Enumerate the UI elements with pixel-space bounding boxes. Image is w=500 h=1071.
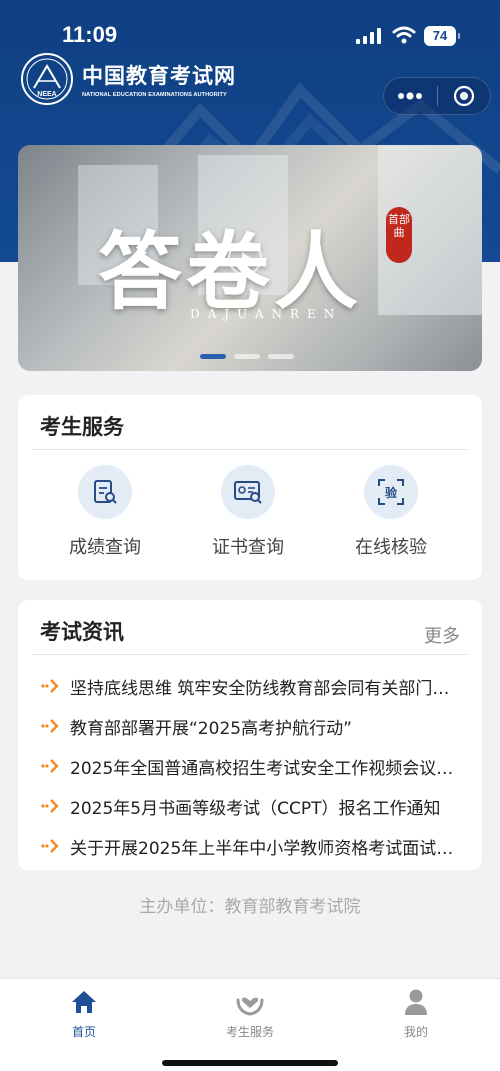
user-icon	[356, 987, 476, 1017]
banner-seal: 首部曲	[386, 207, 412, 263]
neea-emblem-icon: NEEA	[21, 53, 73, 105]
news-card: 考试资讯 更多 坚持底线思维 筑牢安全防线教育部会同有关部门部署2025年高考安…	[18, 600, 482, 870]
service-hands-icon	[190, 987, 310, 1017]
news-more-link[interactable]: 更多	[424, 622, 460, 648]
more-dots-icon	[398, 92, 423, 100]
news-item[interactable]: 关于开展2025年上半年中小学教师资格考试面试的公告	[40, 826, 460, 866]
tab-home-label: 首页	[71, 1025, 96, 1039]
logo-subtitle: NATIONAL EDUCATION EXAMINATIONS AUTHORIT…	[82, 92, 227, 98]
online-verify-button[interactable]: 验 在线核验	[326, 465, 456, 559]
status-bar: 11:09 74	[0, 0, 500, 60]
cellular-signal-icon	[356, 28, 381, 44]
dotted-arrow-icon	[41, 719, 59, 733]
news-list: 坚持底线思维 筑牢安全防线教育部会同有关部门部署2025年高考安全工作 教育部部…	[40, 666, 460, 866]
online-verify-label: 在线核验	[355, 537, 427, 558]
news-title: 关于开展2025年上半年中小学教师资格考试面试的公告	[70, 838, 460, 859]
tab-home[interactable]: 首页	[24, 987, 144, 1040]
certificate-query-button[interactable]: 证书查询	[183, 465, 313, 559]
divider	[32, 654, 468, 655]
capsule-close-button[interactable]	[437, 78, 490, 114]
carousel-dot[interactable]	[268, 354, 294, 359]
banner-carousel[interactable]: 答卷人 首部曲 DAJUANREN	[18, 145, 482, 371]
tab-candidate-service-label: 考生服务	[225, 1025, 274, 1039]
site-logo: NEEA 中国教育考试网 NATIONAL EDUCATION EXAMINAT…	[20, 52, 236, 106]
news-title: 2025年5月书画等级考试（CCPT）报名工作通知	[70, 798, 441, 819]
carousel-indicator	[200, 354, 294, 359]
tab-bar: 首页 考生服务 我的	[0, 978, 500, 1071]
tab-mine-label: 我的	[403, 1025, 428, 1039]
dotted-arrow-icon	[41, 679, 59, 693]
service-card: 考生服务 成绩查询 证书查询 验 在线核验	[18, 395, 482, 580]
logo-title: 中国教育考试网	[82, 64, 236, 88]
capsule-more-button[interactable]	[384, 78, 437, 114]
certificate-query-label: 证书查询	[212, 537, 284, 558]
play-icon	[228, 241, 262, 275]
news-title: 2025年全国普通高校招生考试安全工作视频会议召开	[70, 758, 460, 779]
dotted-arrow-icon	[41, 799, 59, 813]
tab-candidate-service[interactable]: 考生服务	[190, 987, 310, 1040]
news-item[interactable]: 教育部部署开展“2025高考护航行动”	[40, 706, 460, 746]
news-item[interactable]: 2025年全国普通高校招生考试安全工作视频会议召开	[40, 746, 460, 786]
tab-mine[interactable]: 我的	[356, 987, 476, 1040]
news-card-title: 考试资讯	[40, 620, 124, 644]
verify-icon: 验	[364, 465, 418, 519]
wifi-icon	[392, 26, 416, 44]
carousel-dot[interactable]	[234, 354, 260, 359]
home-icon	[24, 987, 144, 1017]
miniprogram-capsule	[383, 77, 491, 115]
home-indicator	[162, 1060, 338, 1066]
target-close-icon	[453, 85, 474, 107]
dotted-arrow-icon	[41, 759, 59, 773]
battery-indicator: 74	[424, 26, 460, 46]
dotted-arrow-icon	[41, 839, 59, 853]
score-query-label: 成绩查询	[69, 537, 141, 558]
score-query-icon	[78, 465, 132, 519]
certificate-query-icon	[221, 465, 275, 519]
news-title: 坚持底线思维 筑牢安全防线教育部会同有关部门部署2025年高考安全工作	[70, 678, 460, 699]
carousel-dot[interactable]	[200, 354, 226, 359]
news-item[interactable]: 2025年5月书画等级考试（CCPT）报名工作通知	[40, 786, 460, 826]
emblem-text: NEEA	[37, 91, 56, 98]
status-time: 11:09	[62, 22, 118, 47]
news-title: 教育部部署开展“2025高考护航行动”	[70, 718, 352, 739]
banner-subtitle: DAJUANREN	[190, 307, 343, 321]
verify-icon-text: 验	[385, 485, 398, 500]
service-card-title: 考生服务	[40, 415, 124, 439]
organizer-text: 主办单位：教育部教育考试院	[139, 897, 361, 917]
score-query-button[interactable]: 成绩查询	[40, 465, 170, 559]
divider	[32, 449, 468, 450]
news-item[interactable]: 坚持底线思维 筑牢安全防线教育部会同有关部门部署2025年高考安全工作	[40, 666, 460, 706]
